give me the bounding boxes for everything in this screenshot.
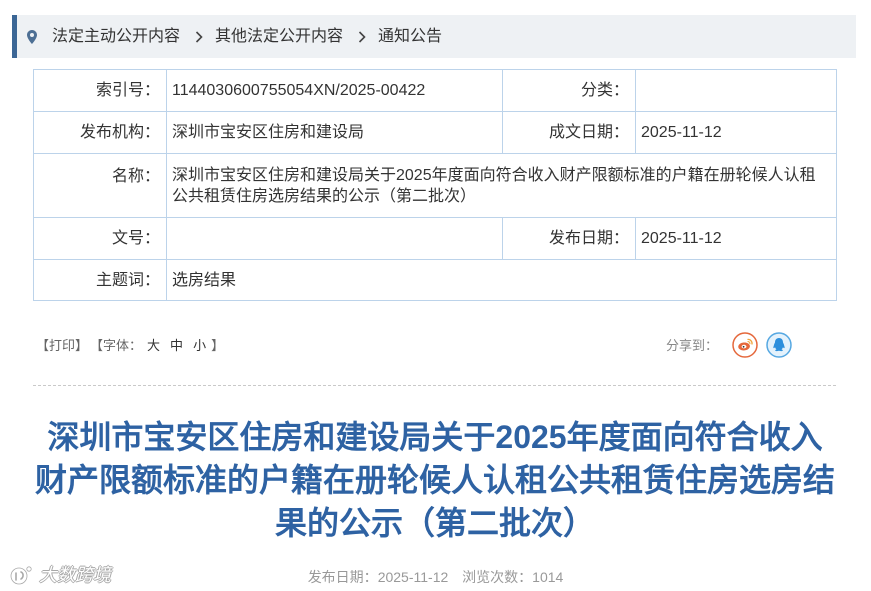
name-label: 名称： [33, 153, 167, 218]
watermark-text: 大数跨境 [39, 565, 111, 585]
publish-date-value: 2025-11-12 [635, 217, 837, 260]
article-meta: 发布日期：2025-11-12 浏览次数：1014 [0, 567, 871, 587]
font-size-suffix: 】 [211, 338, 225, 353]
view-count-value: 1014 [532, 569, 564, 585]
weibo-icon [732, 332, 758, 358]
category-label: 分类： [502, 69, 636, 112]
meta-publish-date-value: 2025-11-12 [377, 569, 449, 585]
category-value [635, 69, 837, 112]
breadcrumb-item-notices[interactable]: 通知公告 [378, 27, 442, 47]
watermark-logo-icon [8, 564, 34, 586]
publish-date-label: 发布日期： [502, 217, 636, 260]
breadcrumb: 法定主动公开内容 其他法定公开内容 通知公告 [12, 15, 856, 58]
doc-no-value [166, 217, 503, 260]
chevron-right-icon [195, 30, 203, 43]
table-row: 发布机构： 深圳市宝安区住房和建设局 成文日期： 2025-11-12 [33, 111, 837, 154]
page-tools: 【打印】 【字体： 大 中 小 】 [36, 336, 224, 356]
chevron-right-icon [358, 30, 366, 43]
doc-no-label: 文号： [33, 217, 167, 260]
meta-publish-date-label: 发布日期： [307, 569, 378, 585]
info-table: 索引号： 1144030600755054XN/2025-00422 分类： 发… [33, 69, 837, 301]
font-size-medium-button[interactable]: 中 [170, 336, 183, 356]
index-no-label: 索引号： [33, 69, 167, 112]
article-title: 深圳市宝安区住房和建设局关于2025年度面向符合收入财产限额标准的户籍在册轮候人… [34, 419, 835, 541]
qq-icon [766, 332, 792, 358]
share-label: 分享到： [666, 338, 719, 353]
table-row: 索引号： 1144030600755054XN/2025-00422 分类： [33, 69, 837, 112]
breadcrumb-item-statutory-content[interactable]: 法定主动公开内容 [52, 27, 180, 47]
keywords-label: 主题词： [33, 259, 167, 301]
publisher-value: 深圳市宝安区住房和建设局 [166, 111, 503, 154]
divider [33, 385, 836, 386]
view-count-label: 浏览次数： [462, 569, 533, 585]
font-size-large-button[interactable]: 大 [147, 336, 160, 356]
font-size-control: 【字体： 大 中 小 】 [90, 336, 224, 356]
location-pin-icon [27, 29, 37, 44]
table-row: 主题词： 选房结果 [33, 259, 837, 301]
written-date-label: 成文日期： [502, 111, 636, 154]
name-value: 深圳市宝安区住房和建设局关于2025年度面向符合收入财产限额标准的户籍在册轮候人… [166, 153, 837, 218]
breadcrumb-item-other-statutory-content[interactable]: 其他法定公开内容 [215, 27, 343, 47]
index-no-value: 1144030600755054XN/2025-00422 [166, 69, 503, 112]
font-size-label: 【字体： [90, 338, 143, 353]
print-button[interactable]: 【打印】 [36, 336, 88, 356]
table-row: 文号： 发布日期： 2025-11-12 [33, 217, 837, 260]
keywords-value: 选房结果 [166, 259, 837, 301]
table-row: 名称： 深圳市宝安区住房和建设局关于2025年度面向符合收入财产限额标准的户籍在… [33, 153, 837, 218]
weibo-share-button[interactable] [732, 332, 758, 358]
qq-share-button[interactable] [766, 332, 792, 358]
publisher-label: 发布机构： [33, 111, 167, 154]
font-size-small-button[interactable]: 小 [193, 336, 206, 356]
watermark: 大数跨境 [8, 563, 111, 587]
written-date-value: 2025-11-12 [635, 111, 837, 154]
